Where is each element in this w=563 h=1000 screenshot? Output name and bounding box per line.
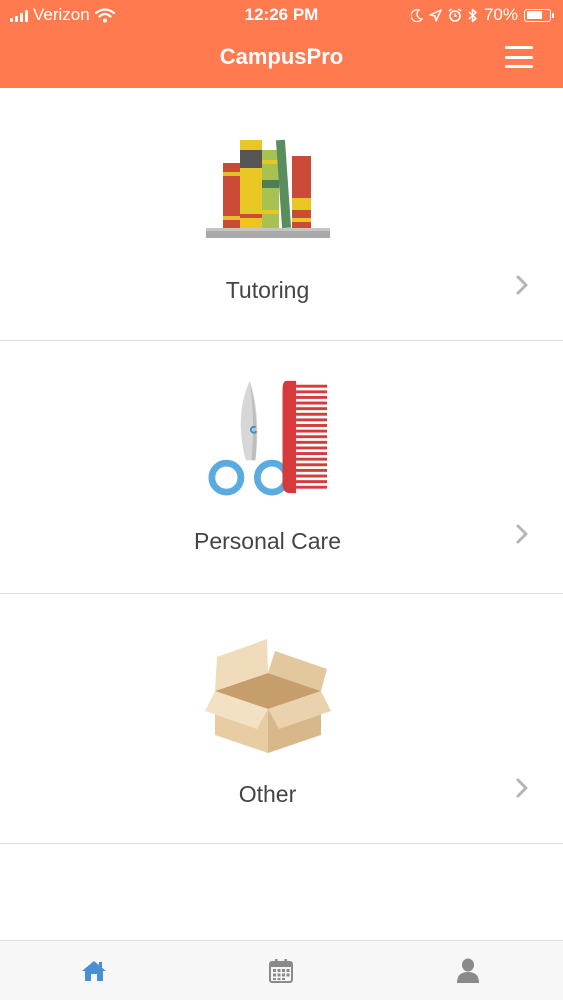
chevron-right-icon: [516, 778, 528, 798]
hamburger-menu-icon[interactable]: [505, 46, 533, 68]
category-tutoring[interactable]: Tutoring: [0, 88, 563, 341]
chevron-right-icon: [516, 524, 528, 544]
chevron-right-icon: [516, 275, 528, 295]
battery-percent: 70%: [483, 5, 518, 24]
tab-home[interactable]: [34, 941, 154, 1000]
profile-icon: [457, 958, 479, 983]
app-header: Verizon 12:26 PM 70% CampusPro: [0, 0, 563, 88]
box-icon: [205, 639, 331, 753]
home-icon: [82, 961, 106, 981]
tab-calendar[interactable]: [221, 941, 341, 1000]
category-label: Other: [238, 781, 297, 807]
tab-bar: [0, 940, 563, 1000]
bluetooth-icon: [468, 8, 477, 22]
scissors-comb-icon: [208, 380, 328, 496]
moon-icon: [410, 8, 423, 22]
tab-profile[interactable]: [408, 941, 528, 1000]
category-label: Tutoring: [225, 277, 310, 303]
category-personal-care[interactable]: Personal Care: [0, 341, 563, 594]
battery-icon: [524, 8, 554, 22]
location-arrow-icon: [429, 8, 442, 22]
alarm-icon: [448, 8, 462, 22]
status-right: 70%: [410, 5, 554, 25]
category-label: Personal Care: [193, 528, 342, 554]
app-title: CampusPro: [219, 44, 344, 69]
status-bar: Verizon 12:26 PM 70%: [0, 0, 563, 30]
category-other[interactable]: Other: [0, 591, 563, 844]
books-icon: [206, 139, 330, 238]
calendar-icon: [269, 959, 293, 983]
